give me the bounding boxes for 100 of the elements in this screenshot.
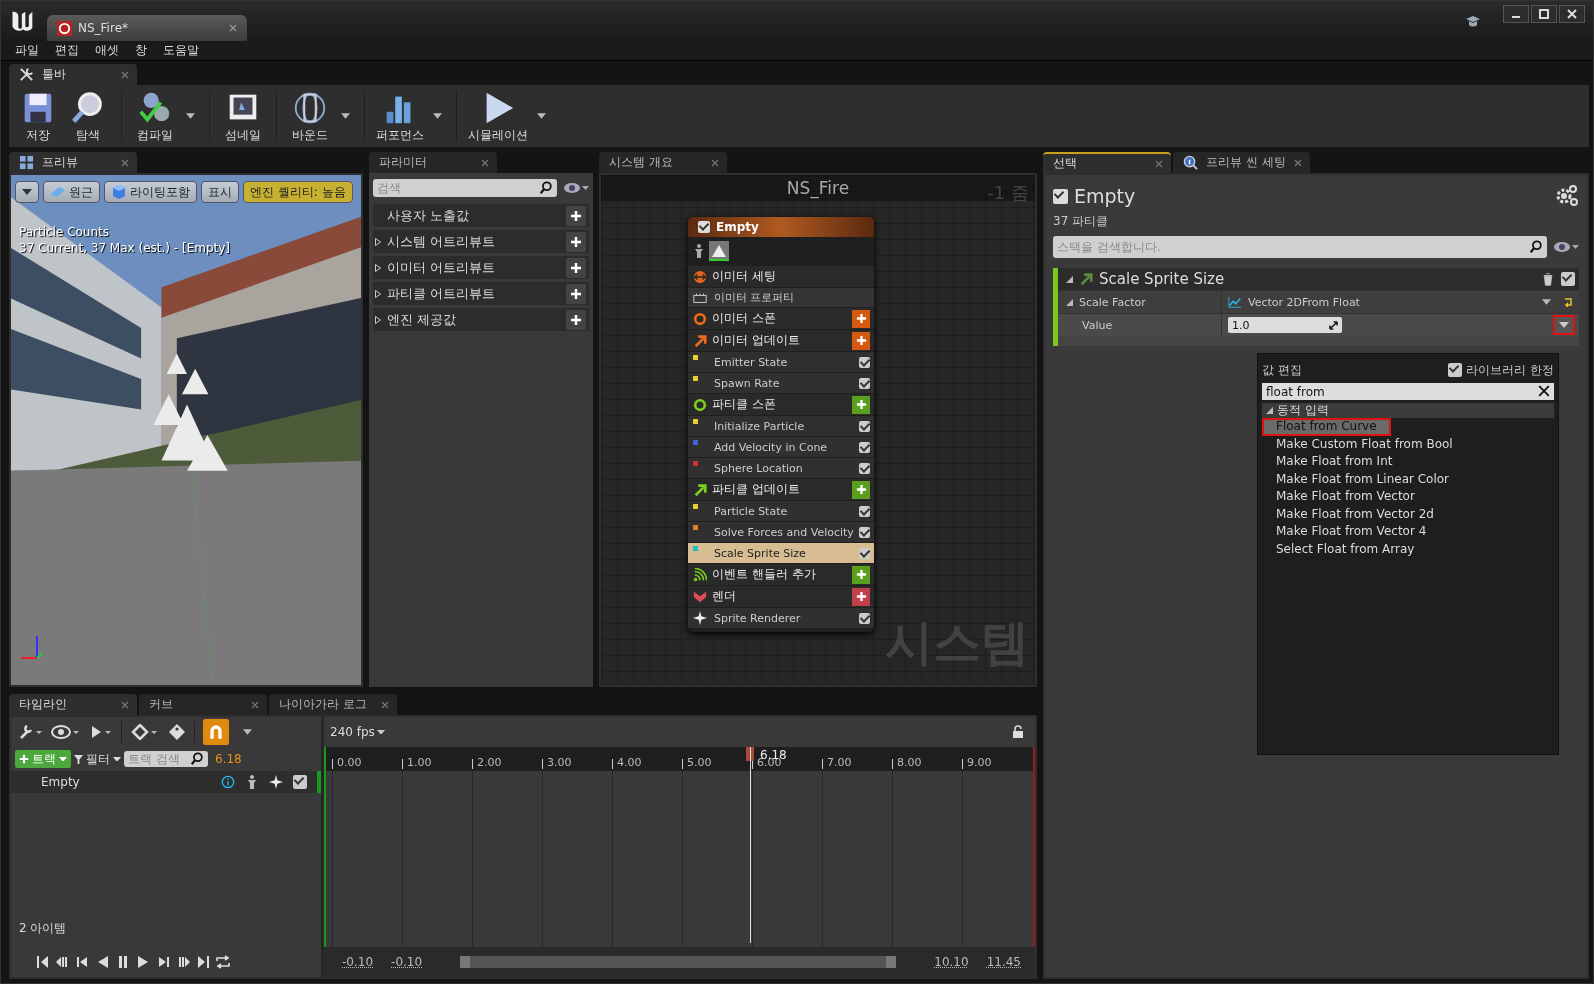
loop-icon[interactable] [215,954,231,970]
toolbar-button[interactable]: 퍼포먼스 [373,88,427,144]
menu-item[interactable]: Make Custom Float from Bool [1262,435,1554,453]
checkbox[interactable] [859,377,870,389]
panel-tab[interactable]: 시스템 개요 [599,152,727,173]
close-icon[interactable] [121,700,129,709]
dropdown-button[interactable] [1555,317,1573,333]
checkbox[interactable] [293,775,307,789]
caret-icon[interactable] [537,113,546,119]
expand-arrow-icon[interactable] [375,237,381,246]
trash-icon[interactable] [1541,272,1555,286]
caret-icon[interactable] [341,113,350,119]
close-icon[interactable] [121,158,129,167]
toolbar-button[interactable]: 저장 [13,88,63,144]
stage-row[interactable]: 파티클 스폰 [688,394,874,415]
panel-tab[interactable]: 프리뷰 [9,152,137,173]
filter-button[interactable]: 필터 [74,750,121,768]
menu-item[interactable]: 도움말 [155,42,207,59]
stage-row[interactable]: 이미터 스폰 [688,308,874,329]
caret-icon[interactable] [433,113,442,119]
menu-item[interactable]: Make Float from Vector [1262,488,1554,506]
stage-row[interactable]: 렌더 [688,586,874,607]
close-icon[interactable] [121,70,129,79]
checkbox[interactable] [859,420,870,432]
number-field[interactable]: 1.0 [1228,317,1342,333]
category-header[interactable]: 파티클 어트리뷰트 [373,282,589,305]
close-icon[interactable] [251,700,259,709]
category-header[interactable]: 엔진 제공값 [373,308,589,331]
wrench-icon[interactable] [19,724,43,740]
viewport-button[interactable]: 원근 [43,181,100,203]
document-tab[interactable]: NS_Fire* [47,15,247,41]
stage-row[interactable]: 이미터 업데이트 [688,330,874,351]
clear-icon[interactable] [1538,385,1550,397]
track-row[interactable]: Empty [11,771,321,793]
add-button[interactable] [566,205,586,226]
visibility-icon[interactable] [563,182,589,194]
reset-arrow-icon[interactable] [1563,297,1573,307]
settings-icon[interactable] [1555,184,1579,208]
add-button[interactable] [566,231,586,252]
close-icon[interactable] [381,700,389,709]
checkbox[interactable] [859,526,870,538]
panel-tab[interactable]: 커브 [139,694,267,715]
visibility-icon[interactable] [1553,241,1579,253]
viewport-button[interactable]: 엔진 퀄리티: 높음 [243,181,353,203]
add-button[interactable] [566,309,586,330]
info-icon[interactable] [221,775,235,789]
collapse-arrow-icon[interactable] [1066,298,1073,306]
menu-item[interactable]: Float from Curve [1262,418,1391,436]
toolbar-button[interactable]: 컴파일 [130,88,180,144]
menu-item[interactable]: Make Float from Int [1262,453,1554,471]
close-icon[interactable] [229,24,237,32]
close-icon[interactable] [1155,159,1163,168]
checkbox[interactable] [1448,363,1463,377]
checkbox[interactable] [859,462,870,474]
panel-tab[interactable]: 선택 [1043,152,1171,173]
panel-tab[interactable]: 나이아가라 로그 [269,694,397,715]
toolbar-button[interactable]: 시뮬레이션 [465,88,531,144]
skip-end-icon[interactable] [195,954,211,970]
add-module-button[interactable] [852,565,870,584]
stage-row[interactable]: 파티클 업데이트 [688,479,874,500]
module-row[interactable]: Scale Sprite Size [688,543,874,563]
caret-icon[interactable] [1542,299,1551,305]
checkbox[interactable] [1053,188,1068,204]
add-button[interactable] [566,283,586,304]
minimize-button[interactable] [1503,5,1529,23]
frame-rate-dropdown[interactable]: 240 fps [330,725,385,739]
close-button[interactable] [1559,5,1585,23]
add-button[interactable] [566,257,586,278]
snap-toggle[interactable] [203,719,229,745]
category-header[interactable]: 시스템 어트리뷰트 [373,230,589,253]
module-row[interactable]: Emitter State [688,352,874,372]
checkbox[interactable] [859,356,870,368]
menu-item[interactable]: Select Float from Array [1262,540,1554,558]
module-row[interactable]: Initialize Particle [688,416,874,436]
collapse-arrow-icon[interactable] [1066,275,1073,283]
menu-item[interactable]: Make Float from Linear Color [1262,470,1554,488]
range-value[interactable]: 11.45 [986,955,1021,969]
expand-arrow-icon[interactable] [375,289,381,298]
add-module-button[interactable] [852,587,870,606]
module-row[interactable]: Add Velocity in Cone [688,437,874,457]
panel-tab[interactable]: 파라미터 [369,152,497,173]
viewport-menu-button[interactable] [15,181,39,203]
checkbox[interactable] [698,221,710,233]
close-icon[interactable] [481,158,489,167]
panel-tab[interactable]: 타임라인 [9,694,137,715]
menu-item[interactable]: 창 [127,42,155,59]
checkbox[interactable] [859,547,870,559]
category-header[interactable]: 사용자 노출값 [373,204,589,227]
close-icon[interactable] [711,158,719,167]
menu-item[interactable]: 애셋 [87,42,127,59]
properties-row[interactable]: 이미터 프로퍼티 [688,288,874,307]
toolbar-button[interactable]: 바운드 [285,88,335,144]
emitter-node[interactable] [688,217,874,632]
expand-arrow-icon[interactable] [375,263,381,272]
menu-item[interactable]: Make Float from Vector 4 [1262,523,1554,541]
graduation-cap-icon[interactable] [1465,13,1481,29]
menu-item[interactable]: 파일 [7,42,47,59]
padlock-icon[interactable] [1011,725,1025,739]
range-value[interactable]: 10.10 [934,955,969,969]
caret-icon[interactable] [186,113,195,119]
